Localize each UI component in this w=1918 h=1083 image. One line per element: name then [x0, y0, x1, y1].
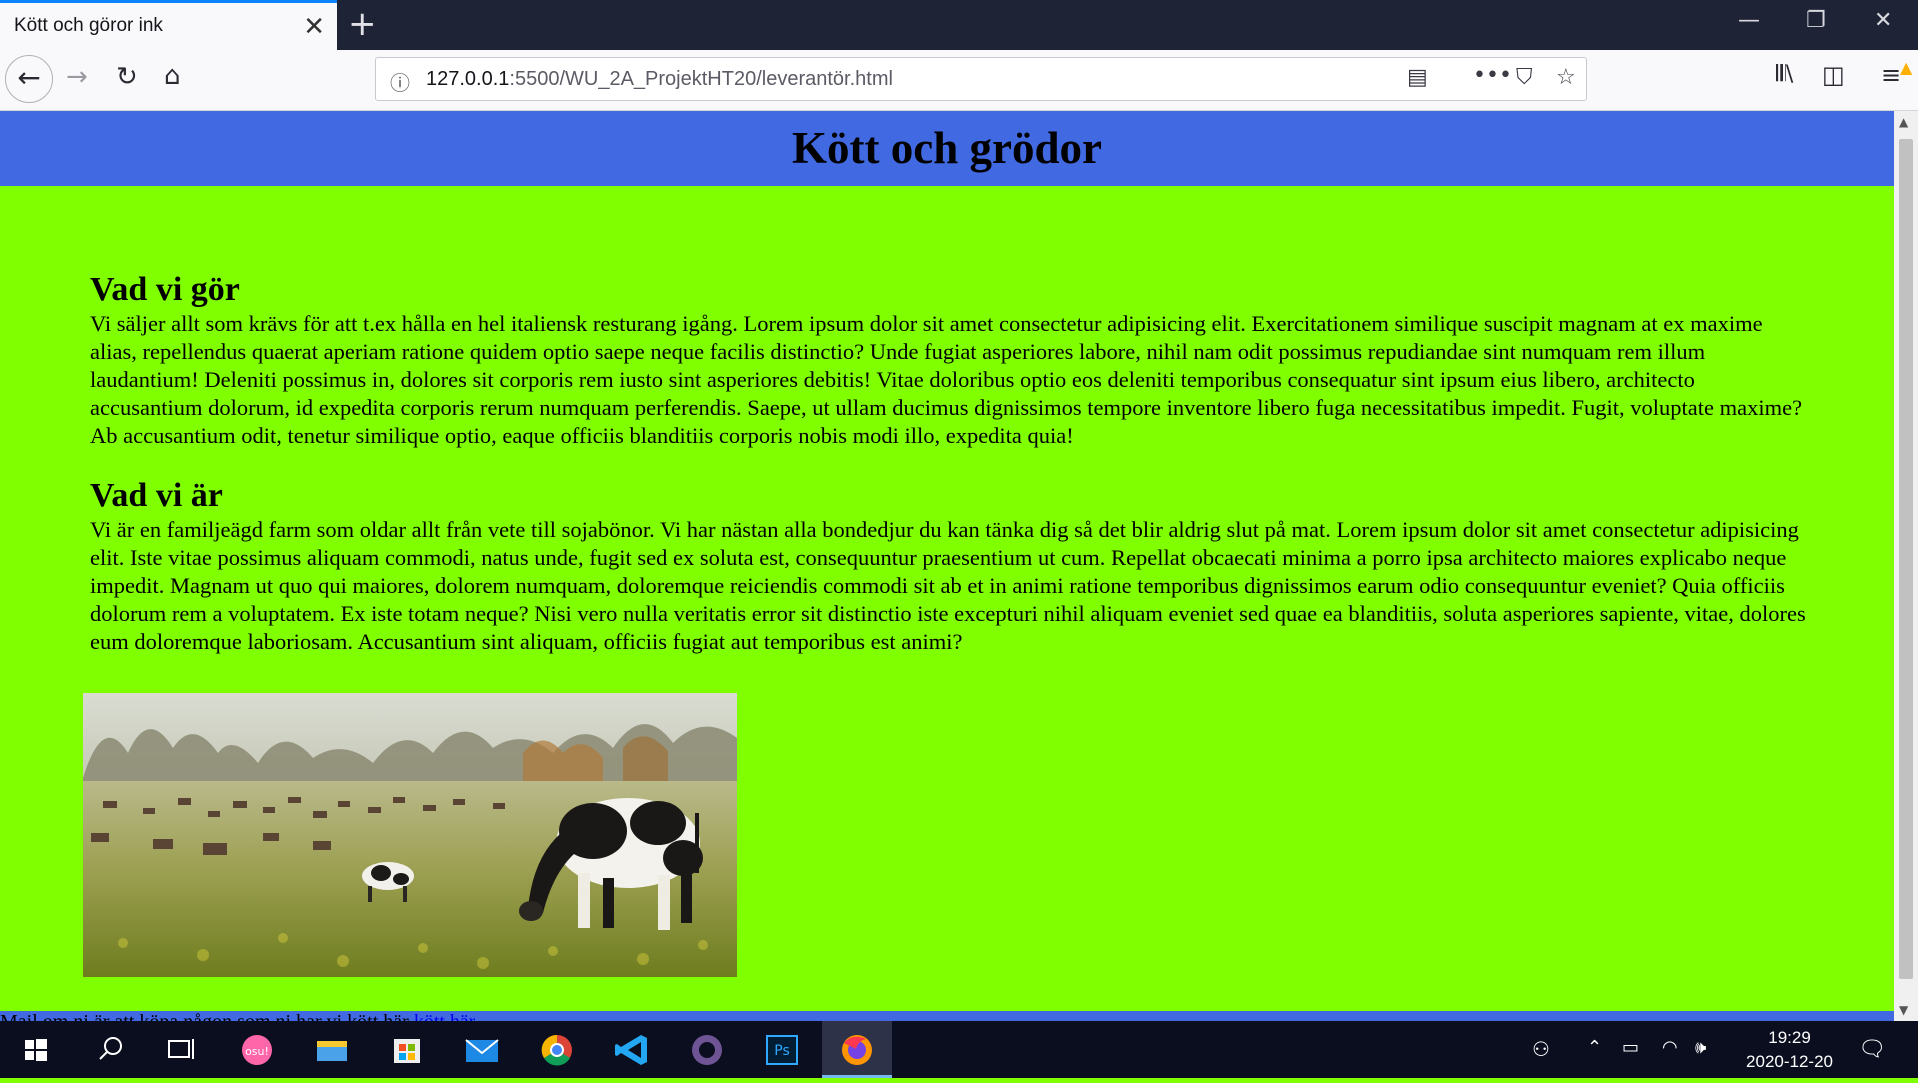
svg-text:Ps: Ps — [774, 1043, 790, 1059]
browser-tab-bar: Kött och göror ink ✕ + — ❐ ✕ — [0, 0, 1918, 50]
reload-icon[interactable]: ↻ — [116, 62, 138, 92]
firefox-icon[interactable] — [822, 1021, 892, 1078]
svg-text:osu!: osu! — [245, 1045, 269, 1058]
navigation-toolbar: ← → ↻ ⌂ ⓘ 127.0.0.1:5500/WU_2A_ProjektHT… — [0, 50, 1918, 111]
reader-view-icon[interactable]: ▤ — [1407, 65, 1428, 90]
library-icon[interactable]: 𝄃𝄃\ — [1776, 62, 1793, 87]
browser-tab[interactable]: Kött och göror ink ✕ — [0, 0, 337, 50]
bookmark-star-icon[interactable]: ☆ — [1556, 65, 1576, 90]
clock-time: 19:29 — [1768, 1028, 1811, 1047]
restore-icon[interactable]: ❐ — [1806, 8, 1826, 33]
pocket-icon[interactable]: ⛉ — [1516, 65, 1533, 90]
address-bar[interactable]: ⓘ 127.0.0.1:5500/WU_2A_ProjektHT20/lever… — [375, 57, 1587, 101]
section-who-we-are: Vad vi är Vi är en familjeägd farm som o… — [90, 476, 1810, 656]
osu-app-icon[interactable]: osu! — [222, 1021, 292, 1078]
close-tab-icon[interactable]: ✕ — [303, 11, 325, 42]
section-body: Vi är en familjeägd farm som oldar allt … — [90, 517, 1806, 654]
menu-icon[interactable]: ≡ — [1881, 61, 1901, 89]
wifi-icon[interactable]: ◠ — [1662, 1037, 1678, 1058]
vscode-icon[interactable] — [597, 1021, 667, 1078]
footer-text: Mail om ni är att köpa någon som ni har … — [0, 1012, 475, 1021]
page-title: Kött och grödor — [792, 123, 1102, 173]
footer-link[interactable]: kött här — [414, 1012, 476, 1021]
forward-arrow-icon[interactable]: → — [66, 62, 88, 92]
notifications-icon[interactable]: 🗨 — [1858, 1037, 1886, 1062]
photoshop-icon[interactable]: Ps — [747, 1021, 817, 1078]
people-icon[interactable]: ⚇ — [1532, 1037, 1550, 1061]
microsoft-store-icon[interactable] — [372, 1021, 442, 1078]
search-icon[interactable] — [75, 1021, 145, 1078]
section-heading: Vad vi är — [90, 477, 223, 514]
windows-start-icon[interactable] — [0, 1021, 70, 1078]
site-info-icon[interactable]: ⓘ — [390, 67, 410, 96]
cows-grazing-image — [83, 693, 737, 977]
url-path: :5500/WU_2A_ProjektHT20/leverantör.html — [509, 68, 893, 90]
close-window-icon[interactable]: ✕ — [1874, 8, 1892, 33]
minimize-icon[interactable]: — — [1738, 8, 1760, 33]
main-content: Vad vi gör Vi säljer allt som krävs för … — [90, 270, 1810, 656]
site-header: Kött och grödor — [0, 111, 1894, 186]
page-actions-icon[interactable]: ••• — [1473, 63, 1512, 88]
github-desktop-icon[interactable] — [672, 1021, 742, 1078]
vertical-scrollbar[interactable]: ▲ ▼ — [1894, 111, 1918, 1021]
back-arrow-icon[interactable]: ← — [5, 55, 53, 103]
task-view-icon[interactable] — [145, 1021, 215, 1078]
taskbar-clock[interactable]: 19:29 2020-12-20 — [1746, 1026, 1833, 1074]
file-explorer-icon[interactable] — [297, 1021, 367, 1078]
scroll-thumb[interactable] — [1899, 139, 1913, 979]
scroll-down-icon[interactable]: ▼ — [1899, 1003, 1908, 1017]
sidebar-icon[interactable]: ◫ — [1822, 61, 1845, 89]
chrome-icon[interactable] — [522, 1021, 592, 1078]
url-text[interactable]: 127.0.0.1:5500/WU_2A_ProjektHT20/leveran… — [426, 68, 893, 91]
volume-icon[interactable]: 🕪 — [1695, 1037, 1706, 1058]
section-body: Vi säljer allt som krävs för att t.ex hå… — [90, 311, 1803, 448]
url-host: 127.0.0.1 — [426, 68, 510, 90]
battery-icon[interactable]: ▭ — [1622, 1037, 1639, 1058]
windows-taskbar: osu! Ps ⚇ ⌃ ▭ ◠ 🕪 19:29 2020-12-20 🗨 — [0, 1021, 1918, 1078]
footer-text-label: Mail om ni är att köpa någon som ni har … — [0, 1012, 409, 1021]
section-heading: Vad vi gör — [90, 271, 240, 308]
new-tab-icon[interactable]: + — [348, 4, 377, 44]
tab-title: Kött och göror ink — [14, 15, 163, 36]
section-what-we-do: Vad vi gör Vi säljer allt som krävs för … — [90, 270, 1810, 450]
home-icon[interactable]: ⌂ — [164, 61, 181, 91]
scroll-up-icon[interactable]: ▲ — [1899, 115, 1908, 129]
show-hidden-icons-icon[interactable]: ⌃ — [1587, 1037, 1602, 1058]
warning-badge-icon: ▲ — [1900, 58, 1913, 77]
mail-icon[interactable] — [447, 1021, 517, 1078]
clock-date: 2020-12-20 — [1746, 1052, 1833, 1071]
